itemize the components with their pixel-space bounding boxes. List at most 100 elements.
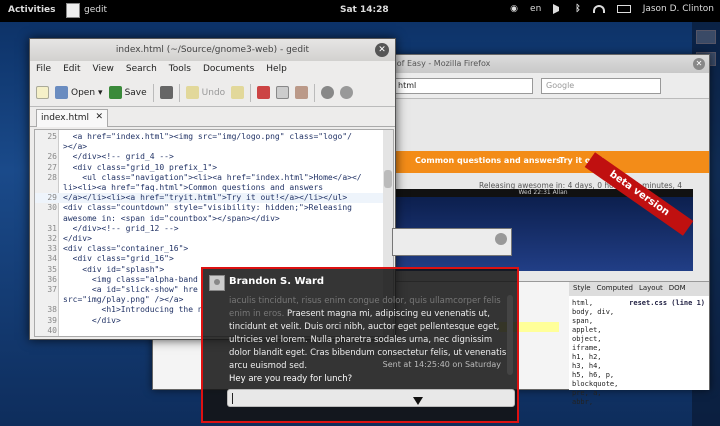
code-line[interactable]: 28 <ul class="navigation"><li><a href="i… bbox=[35, 173, 385, 183]
line-text: </div><!-- grid_4 --> bbox=[63, 152, 174, 162]
code-line[interactable]: 31 </div><!-- grid_12 --> bbox=[35, 224, 385, 234]
save-icon bbox=[108, 86, 122, 99]
find-icon bbox=[321, 86, 335, 99]
tab-index-html[interactable]: index.html ✕ bbox=[36, 109, 108, 127]
tab-computed[interactable]: Computed bbox=[597, 284, 633, 294]
css-selector: object, bbox=[572, 335, 602, 343]
avatar bbox=[209, 275, 225, 291]
line-text: <div class="grid_16"> bbox=[63, 254, 174, 264]
line-number: 35 bbox=[47, 264, 57, 274]
redo-button[interactable] bbox=[231, 86, 245, 99]
close-tab-icon[interactable]: ✕ bbox=[95, 112, 103, 122]
save-button[interactable]: Save bbox=[108, 86, 147, 99]
line-text: src="img/play.png" /></a> bbox=[63, 295, 184, 305]
menu-help[interactable]: Help bbox=[266, 64, 287, 76]
code-line[interactable]: ></a> bbox=[35, 142, 385, 152]
tab-layout[interactable]: Layout bbox=[639, 284, 663, 294]
css-rules-pane: reset.css (line 1) html, body, div, span, a… bbox=[569, 296, 709, 406]
line-number: 29 bbox=[47, 193, 57, 203]
find-button[interactable] bbox=[321, 86, 335, 99]
network-icon[interactable] bbox=[592, 5, 605, 13]
menu-documents[interactable]: Documents bbox=[203, 64, 254, 76]
css-source-link[interactable]: reset.css (line 1) bbox=[629, 299, 705, 308]
battery-icon[interactable] bbox=[616, 5, 631, 13]
keyboard-layout[interactable]: en bbox=[530, 4, 541, 14]
tab-style[interactable]: Style bbox=[573, 284, 591, 294]
cut-button[interactable] bbox=[257, 86, 271, 99]
top-bar: Activities gedit Sat 14:28 ◉ en ᛒ Jason … bbox=[0, 0, 720, 22]
line-number: 39 bbox=[47, 315, 57, 325]
menu-bar: File Edit View Search Tools Documents He… bbox=[30, 61, 395, 79]
system-tray: ◉ en ᛒ Jason D. Clinton bbox=[510, 4, 714, 14]
clock[interactable]: Sat 14:28 bbox=[340, 5, 389, 15]
tab-dom[interactable]: DOM bbox=[669, 284, 686, 294]
cut-icon bbox=[257, 86, 271, 99]
accessibility-icon[interactable]: ◉ bbox=[510, 4, 518, 14]
paste-button[interactable] bbox=[295, 86, 309, 99]
menu-tools[interactable]: Tools bbox=[169, 64, 191, 76]
code-line[interactable]: 25 <a href="index.html"><img src="img/lo… bbox=[35, 132, 385, 142]
new-button[interactable] bbox=[36, 86, 49, 99]
volume-icon[interactable] bbox=[553, 4, 563, 14]
paste-icon bbox=[295, 86, 309, 99]
replace-icon bbox=[340, 86, 354, 99]
message-scrollbar[interactable] bbox=[507, 295, 513, 375]
user-menu[interactable]: Jason D. Clinton bbox=[643, 4, 714, 14]
copy-icon bbox=[276, 86, 290, 99]
app-menu[interactable]: gedit bbox=[84, 5, 107, 15]
line-text: <div class="container_16"> bbox=[63, 244, 189, 254]
line-text: ></a> bbox=[63, 142, 88, 152]
scrollbar-thumb[interactable] bbox=[384, 170, 392, 188]
nav-link-faq[interactable]: Common questions and answers bbox=[415, 156, 561, 165]
reply-input[interactable] bbox=[227, 389, 515, 407]
line-number: 28 bbox=[47, 172, 57, 182]
line-number: 34 bbox=[47, 254, 57, 264]
workspace-thumbnail[interactable] bbox=[696, 30, 716, 44]
line-text: </div> bbox=[63, 315, 121, 325]
line-text: awesome in: <span id="countbox"></span><… bbox=[63, 213, 280, 223]
print-button[interactable] bbox=[159, 86, 173, 99]
line-number: 27 bbox=[47, 162, 57, 172]
open-folder-icon bbox=[55, 86, 68, 99]
copy-button[interactable] bbox=[276, 86, 290, 99]
menu-edit[interactable]: Edit bbox=[63, 64, 80, 76]
activities-button[interactable]: Activities bbox=[8, 5, 56, 15]
close-icon[interactable]: ✕ bbox=[375, 43, 389, 57]
open-button[interactable]: Open ▾ bbox=[55, 86, 103, 99]
small-dialog bbox=[392, 228, 512, 256]
replace-button[interactable] bbox=[340, 86, 354, 99]
menu-view[interactable]: View bbox=[93, 64, 114, 76]
menu-search[interactable]: Search bbox=[126, 64, 157, 76]
url-bar[interactable]: html bbox=[393, 78, 533, 94]
line-text: <div class="grid_10 prefix_1"> bbox=[63, 162, 218, 172]
screenshot-clock: Wed 22:31 bbox=[518, 189, 551, 196]
line-number: 40 bbox=[47, 325, 57, 335]
chat-notification: Brandon S. Ward iaculis tincidunt, risus… bbox=[201, 267, 519, 423]
code-line[interactable]: 29 </a></li><li><a href="tryit.html">Try … bbox=[35, 193, 385, 204]
line-text: li><li><a href="faq.html">Common questio… bbox=[63, 183, 324, 192]
code-line[interactable]: 32 </div> bbox=[35, 234, 385, 244]
sent-timestamp: Sent at 14:25:40 on Saturday bbox=[382, 360, 501, 369]
css-selector: h1, h2, bbox=[572, 353, 602, 361]
save-label: Save bbox=[124, 87, 147, 98]
code-line[interactable]: 30 <div class="countdown" style="visibili… bbox=[35, 203, 385, 213]
code-line[interactable]: 27 <div class="grid_10 prefix_1"> bbox=[35, 163, 385, 173]
close-icon[interactable]: ✕ bbox=[693, 58, 705, 70]
line-text: </a></li><li><a href="tryit.html">Try it… bbox=[63, 193, 348, 203]
bluetooth-icon[interactable]: ᛒ bbox=[575, 4, 580, 14]
undo-button[interactable]: Undo bbox=[185, 86, 225, 99]
code-line[interactable]: 33 <div class="container_16"> bbox=[35, 244, 385, 254]
css-selector: h3, h4, bbox=[572, 362, 602, 370]
code-line[interactable]: awesome in: <span id="countbox"></span><… bbox=[35, 214, 385, 224]
menu-file[interactable]: File bbox=[36, 64, 51, 76]
line-number: 26 bbox=[47, 152, 57, 162]
mouse-pointer-icon bbox=[413, 397, 423, 405]
toolbar: Open ▾ Save Undo bbox=[30, 79, 395, 107]
print-icon bbox=[159, 86, 173, 99]
code-line[interactable]: 34 <div class="grid_16"> bbox=[35, 254, 385, 264]
document-tabs: index.html ✕ bbox=[30, 107, 395, 127]
code-line[interactable]: li><li><a href="faq.html">Common questio… bbox=[35, 183, 385, 193]
search-input[interactable]: Google bbox=[541, 78, 661, 94]
close-icon[interactable] bbox=[495, 233, 507, 245]
code-line[interactable]: 26 </div><!-- grid_4 --> bbox=[35, 152, 385, 162]
